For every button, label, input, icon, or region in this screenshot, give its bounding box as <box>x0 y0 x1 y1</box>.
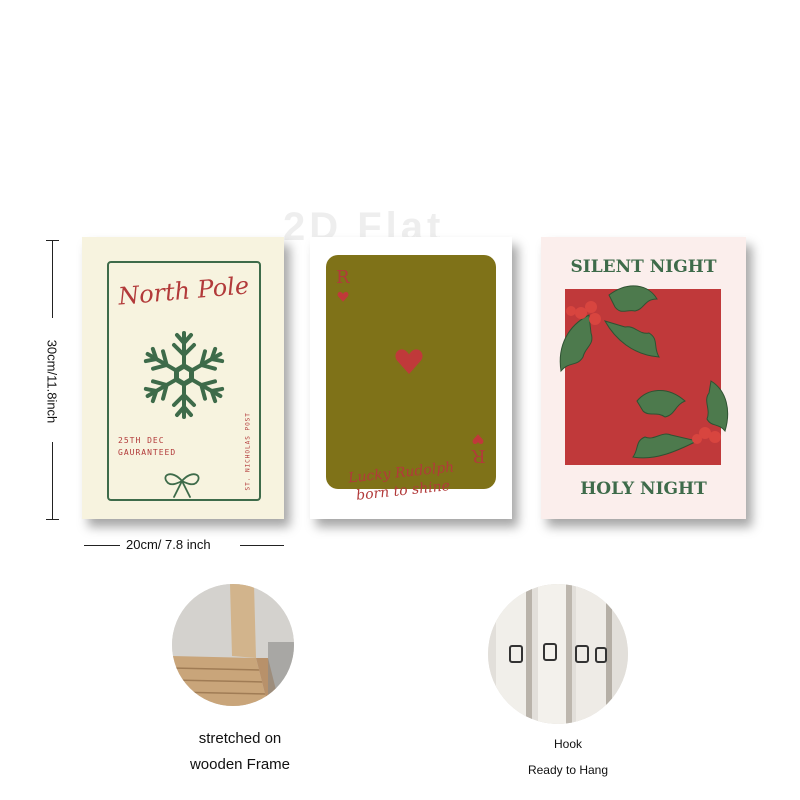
wooden-frame-corner-image <box>172 584 294 706</box>
silent-night-title: SILENT NIGHT <box>570 257 717 277</box>
height-dimension-cap-bottom <box>46 519 59 520</box>
heart-center-icon <box>395 349 423 374</box>
date-line-1: 25TH DEC <box>118 436 165 445</box>
width-dimension-line-left <box>84 545 120 546</box>
holy-night-title: HOLY NIGHT <box>580 479 707 499</box>
date-line-2: GAURANTEED <box>118 448 177 457</box>
height-dimension-label: 30cm/11.8inch <box>44 339 60 424</box>
hook-photo <box>488 584 628 724</box>
print-north-pole: North Pole 25TH DEC GAURANTEED ST. NICHO… <box>82 237 284 519</box>
heart-small-icon-bottom <box>472 434 484 445</box>
width-dimension-label: 20cm/ 7.8 inch <box>126 537 211 552</box>
card-corner-letter-top: R <box>336 267 350 288</box>
hook-caption-line-1: Hook <box>553 737 582 751</box>
print-silent-night: SILENT NIGHT HOLY NIGHT <box>541 237 746 519</box>
height-dimension-cap-top <box>46 240 59 241</box>
hook-image <box>488 584 628 724</box>
frame-caption-line-1: stretched on <box>198 730 282 747</box>
side-postmark-text: ST. NICHOLAS POST <box>244 412 252 491</box>
width-dimension-line-right <box>240 545 284 546</box>
hook-caption-line-2: Ready to Hang <box>527 763 609 777</box>
heart-small-icon-top <box>337 291 349 302</box>
wooden-frame-photo <box>172 584 294 706</box>
height-dimension-label-wrap: 30cm/11.8inch <box>23 316 83 446</box>
bow-icon <box>164 473 200 498</box>
holly-icon-top <box>559 285 660 373</box>
card-corner-letter-bottom: R <box>472 445 486 466</box>
print-playing-card: R R Lucky Rudolph born to shine <box>310 237 512 519</box>
snowflake-icon <box>140 331 228 419</box>
frame-caption-line-2: wooden Frame <box>189 756 291 773</box>
holly-icon-bottom <box>632 380 729 459</box>
